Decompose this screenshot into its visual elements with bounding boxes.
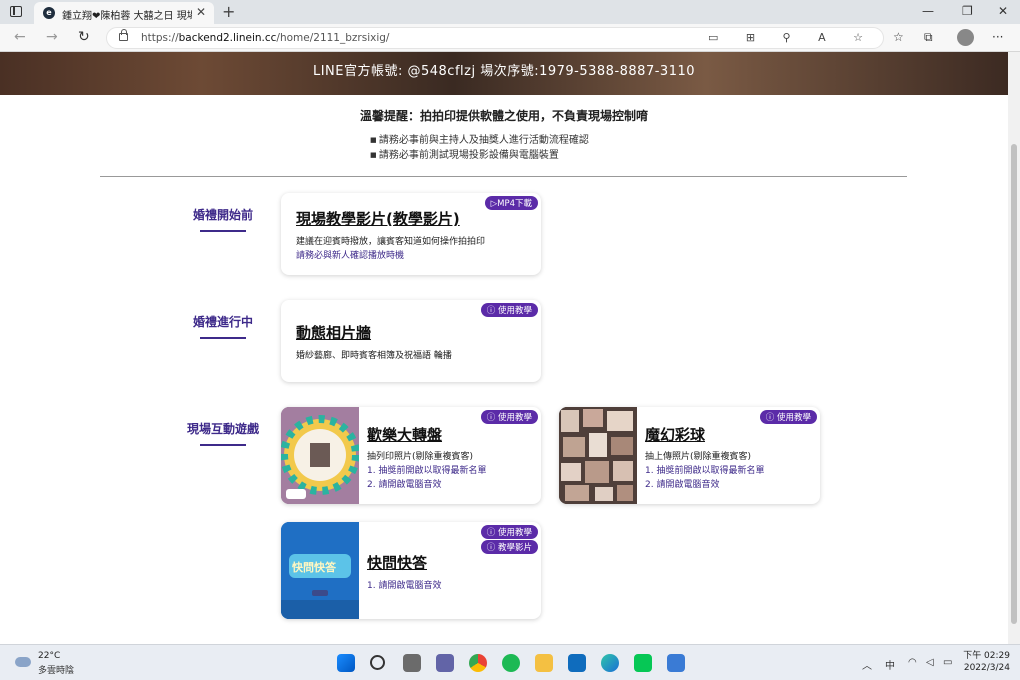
weather-description[interactable]: 多雲時陰	[38, 663, 74, 676]
volume-icon[interactable]: ◁	[926, 657, 934, 668]
forward-button[interactable]: →	[46, 29, 58, 45]
magic-ball-thumbnail	[559, 407, 637, 504]
clock-time: 下午 02:29	[963, 651, 1010, 661]
page-scrollbar[interactable]	[1008, 52, 1020, 644]
search-icon[interactable]	[370, 655, 385, 670]
wifi-icon[interactable]: ◠	[908, 657, 917, 668]
cloud-icon[interactable]	[15, 657, 31, 667]
mail-icon[interactable]	[568, 654, 586, 672]
photo-collage-icon	[559, 407, 637, 504]
system-clock[interactable]: 下午 02:29 2022/3/24	[960, 650, 1010, 674]
tutorial-badge[interactable]: ⓘ 使用教學	[759, 410, 817, 424]
card-title[interactable]: 現場教學影片(教學影片)	[296, 208, 460, 229]
notice-bullet-item: 請務必事前與主持人及抽獎人進行活動流程確認	[370, 133, 589, 148]
card-note: 1. 請開啟電腦音效	[367, 581, 442, 591]
windows-taskbar: 22°C 多雲時陰 ︿ 中 ◠ ◁ ▭ 下午 02:29 2022/3/24	[0, 644, 1020, 680]
url-text: https://backend2.linein.cc/home/2111_bzr…	[141, 32, 390, 44]
notice-title: 溫馨提醒：拍拍印提供軟體之使用，不負責現場控制唷	[359, 109, 648, 123]
card-note: 1. 抽獎前開啟以取得最新名單	[645, 466, 765, 476]
clock-date: 2022/3/24	[963, 663, 1010, 673]
address-bar[interactable]: https://backend2.linein.cc/home/2111_bzr…	[106, 27, 884, 49]
scrollbar-thumb[interactable]	[1011, 144, 1017, 624]
start-menu-icon[interactable]	[337, 654, 355, 672]
edge-icon[interactable]	[601, 654, 619, 672]
lucky-wheel-thumbnail	[281, 407, 360, 504]
browser-tab[interactable]: e 鍾立翔❤陳柏蓉 大囍之日 現場互動 ✕	[34, 2, 214, 24]
card-magic-ball[interactable]: ⓘ 使用教學 魔幻彩球 抽上傳照片(剔除重複賓客) 1. 抽獎前開啟以取得最新名…	[559, 407, 820, 504]
card-note: 1. 抽獎前開啟以取得最新名單	[367, 466, 487, 476]
tab-title: 鍾立翔❤陳柏蓉 大囍之日 現場互動	[62, 11, 192, 22]
spotify-icon[interactable]	[502, 654, 520, 672]
task-view-icon[interactable]	[403, 654, 421, 672]
card-description: 婚紗藝廊、即時賓客相簿及祝福語 輪播	[296, 351, 452, 361]
lock-icon	[119, 29, 128, 41]
card-note: 請務必與新人確認播放時機	[296, 251, 405, 261]
tab-close-icon[interactable]: ✕	[196, 5, 206, 19]
header-banner: LINE官方帳號: @548cflzj 場次序號:1979-5388-8887-…	[0, 52, 1008, 95]
teams-chat-icon[interactable]	[436, 654, 454, 672]
tray-chevron-up-icon[interactable]: ︿	[862, 657, 872, 672]
quiz-thumb-title: 快問快答	[292, 561, 336, 574]
tutorial-badge[interactable]: ⓘ 使用教學	[480, 303, 538, 317]
section-label-during: 婚禮進行中	[173, 313, 273, 339]
browser-tab-bar: e 鍾立翔❤陳柏蓉 大囍之日 現場互動 ✕ + — ❐ ✕	[0, 0, 1020, 24]
mp4-download-badge[interactable]: ▷MP4下載	[484, 196, 538, 210]
profile-avatar[interactable]	[957, 29, 974, 46]
notice-bullet-item: 請務必事前測試現場投影設備與電腦裝置	[370, 148, 589, 163]
tutorial-badge[interactable]: ⓘ 使用教學	[480, 410, 538, 424]
tab-actions-icon[interactable]	[10, 6, 22, 17]
card-quick-quiz[interactable]: 快問快答 ⓘ 使用教學 ⓘ 教學影片 快問快答 1. 請開啟電腦音效	[281, 522, 541, 619]
card-description: 抽上傳照片(剔除重複賓客)	[645, 452, 752, 462]
site-favicon-icon: e	[43, 7, 55, 19]
chrome-icon[interactable]	[469, 654, 487, 672]
wheel-graphic-icon	[281, 407, 360, 504]
card-description: 建議在迎賓時撥放，讓賓客知道如何操作拍拍印	[296, 237, 486, 247]
card-title[interactable]: 動態相片牆	[296, 322, 371, 343]
maximize-button[interactable]: ❐	[962, 4, 973, 18]
new-tab-button[interactable]: +	[222, 2, 235, 21]
section-label-games: 現場互動遊戲	[173, 420, 273, 446]
section-label-before: 婚禮開始前	[173, 206, 273, 232]
weather-temperature[interactable]: 22°C	[38, 651, 60, 661]
card-note: 2. 請開啟電腦音效	[645, 480, 720, 490]
collections-icon[interactable]: ⧉	[924, 30, 933, 45]
battery-icon[interactable]: ▭	[943, 657, 952, 668]
card-photo-wall[interactable]: ⓘ 使用教學 動態相片牆 婚紗藝廊、即時賓客相簿及祝福語 輪播	[281, 300, 541, 382]
card-title[interactable]: 快問快答	[367, 552, 427, 573]
file-explorer-icon[interactable]	[535, 654, 553, 672]
reload-button[interactable]: ↻	[78, 29, 90, 45]
card-lucky-wheel[interactable]: ⓘ 使用教學 歡樂大轉盤 抽列印照片(剔除重複賓客) 1. 抽獎前開啟以取得最新…	[281, 407, 541, 504]
section-divider	[100, 176, 907, 177]
card-title[interactable]: 魔幻彩球	[645, 424, 705, 445]
notice-bullets: 請務必事前與主持人及抽獎人進行活動流程確認 請務必事前測試現場投影設備與電腦裝置	[370, 133, 589, 163]
quick-quiz-thumbnail: 快問快答	[281, 522, 359, 619]
card-note: 2. 請開啟電腦音效	[367, 480, 442, 490]
browser-toolbar: ← → ↻ https://backend2.linein.cc/home/21…	[0, 24, 1020, 52]
address-bar-icons[interactable]: ▭ ⊞ ⚲ A ☆	[708, 31, 875, 44]
more-menu-button[interactable]: ···	[992, 30, 1003, 44]
card-tutorial-video[interactable]: ▷MP4下載 現場教學影片(教學影片) 建議在迎賓時撥放，讓賓客知道如何操作拍拍…	[281, 193, 541, 275]
tutorial-video-badge[interactable]: ⓘ 教學影片	[480, 540, 538, 554]
card-title[interactable]: 歡樂大轉盤	[367, 424, 442, 445]
close-window-button[interactable]: ✕	[998, 4, 1008, 18]
card-description: 抽列印照片(剔除重複賓客)	[367, 452, 474, 462]
line-icon[interactable]	[634, 654, 652, 672]
back-button[interactable]: ←	[14, 29, 26, 45]
banner-info-text: LINE官方帳號: @548cflzj 場次序號:1979-5388-8887-…	[312, 64, 696, 79]
favorites-icon[interactable]: ☆	[893, 30, 904, 44]
minimize-button[interactable]: —	[922, 4, 934, 18]
tutorial-badge[interactable]: ⓘ 使用教學	[480, 525, 538, 539]
ime-indicator[interactable]: 中	[885, 657, 895, 672]
photos-icon[interactable]	[667, 654, 685, 672]
